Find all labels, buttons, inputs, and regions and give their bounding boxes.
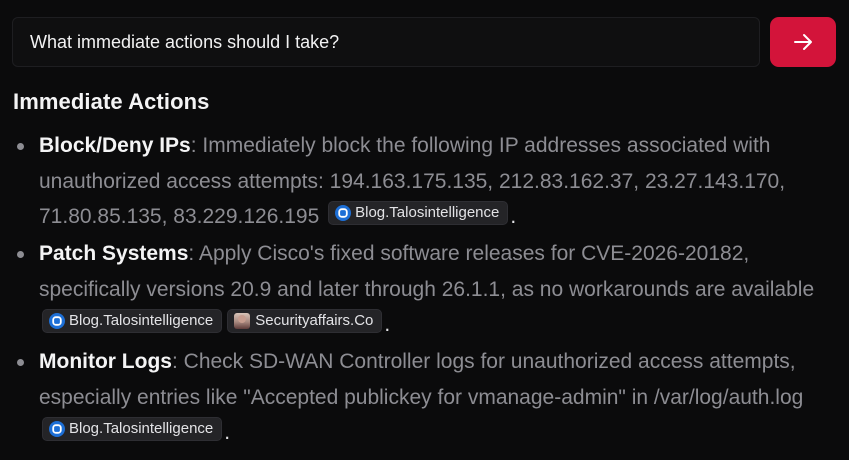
source-chip-talos[interactable]: Blog.Talosintelligence [42, 417, 223, 441]
query-text: What immediate actions should I take? [30, 31, 340, 52]
send-button[interactable] [770, 17, 836, 67]
source-chip-label: Blog.Talosintelligence [355, 204, 500, 221]
bullet-icon [17, 143, 24, 150]
bullet-icon [17, 359, 24, 366]
talos-logo-icon [49, 313, 65, 329]
arrow-right-icon [794, 34, 812, 50]
sentence-end: . [510, 205, 517, 228]
actions-list: Block/Deny IPs: Immediately block the fo… [0, 128, 849, 451]
bullet-icon [17, 251, 24, 258]
chat-answer-page: What immediate actions should I take? Im… [0, 0, 849, 460]
source-chip-label: Securityaffairs.Co [255, 312, 374, 329]
section-heading: Immediate Actions [13, 89, 210, 114]
query-row: What immediate actions should I take? [12, 17, 836, 67]
sentence-end: . [224, 421, 231, 444]
source-chip-label: Blog.Talosintelligence [69, 420, 214, 437]
action-term: Monitor Logs [39, 350, 172, 373]
sentence-end: . [384, 313, 391, 336]
action-item-monitor-logs: Monitor Logs: Check SD-WAN Controller lo… [0, 344, 849, 451]
action-item-patch-systems: Patch Systems: Apply Cisco's fixed softw… [0, 236, 849, 344]
query-input[interactable]: What immediate actions should I take? [12, 17, 760, 67]
talos-logo-icon [335, 205, 352, 221]
action-term: Block/Deny IPs [39, 134, 191, 157]
source-chip-talos[interactable]: Blog.Talosintelligence [328, 201, 509, 225]
source-chip-talos[interactable]: Blog.Talosintelligence [42, 309, 223, 333]
talos-logo-icon [49, 421, 65, 437]
action-item-block-ips: Block/Deny IPs: Immediately block the fo… [0, 128, 849, 236]
source-chip-label: Blog.Talosintelligence [69, 312, 214, 329]
source-chip-securityaffairs[interactable]: Securityaffairs.Co [227, 309, 383, 333]
securityaffairs-avatar-icon [234, 313, 251, 329]
action-term: Patch Systems [39, 242, 189, 265]
